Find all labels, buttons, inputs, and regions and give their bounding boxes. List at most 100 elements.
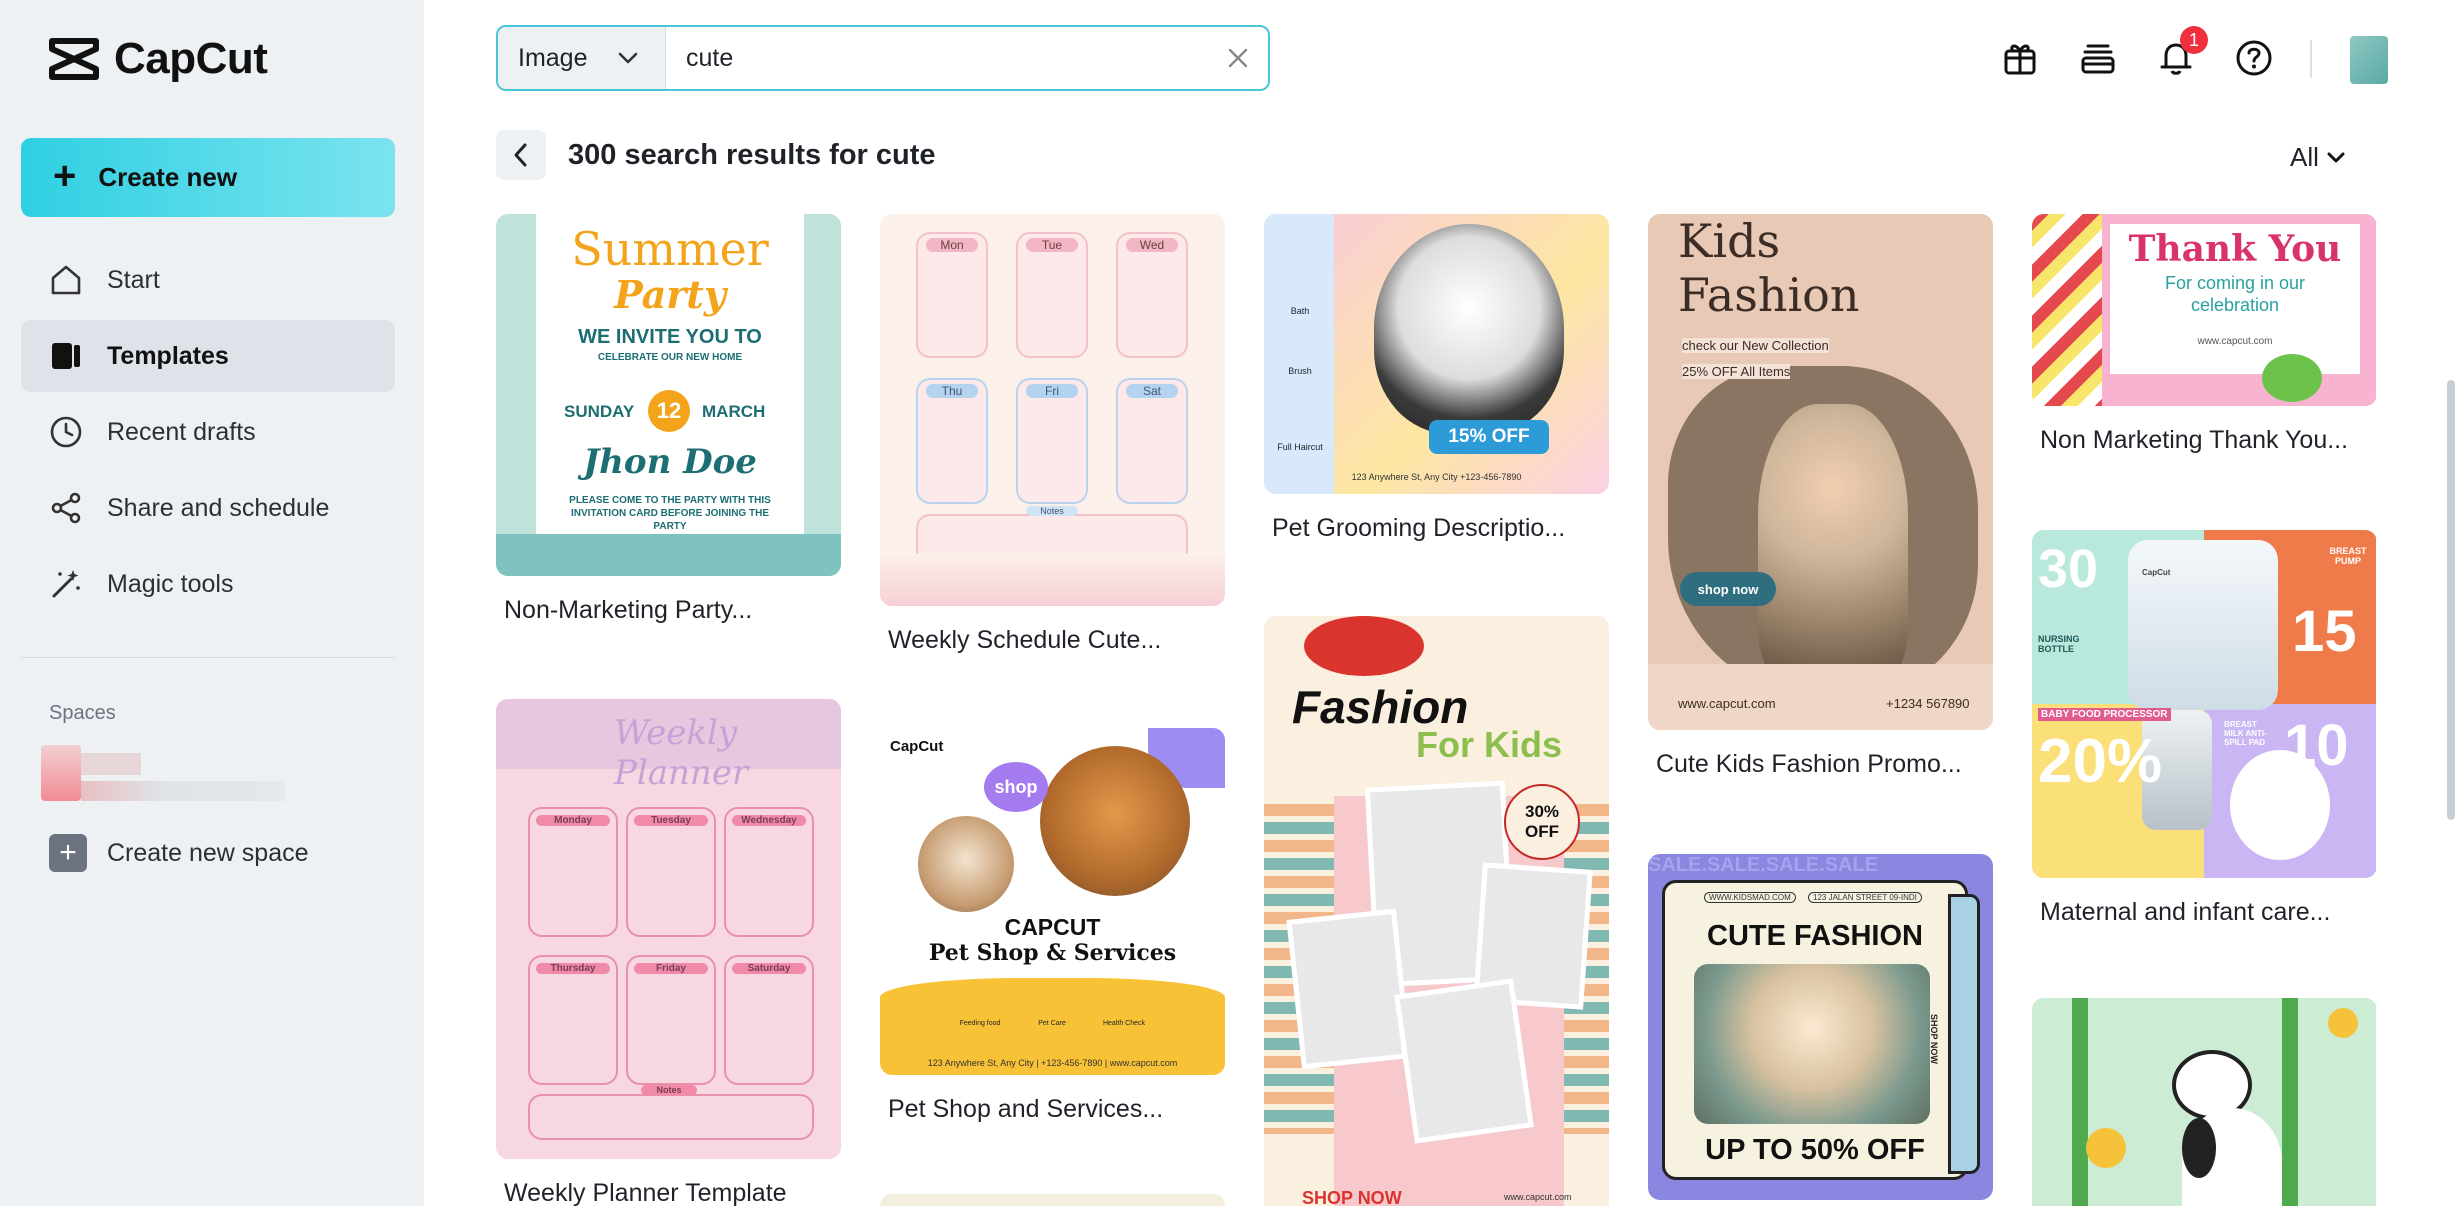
sidebar-item-recent-drafts[interactable]: Recent drafts — [21, 396, 395, 468]
card-text: Health Check — [1102, 1020, 1146, 1027]
card-text: 30% OFF — [1504, 784, 1580, 860]
card-text: PLEASE COME TO THE PARTY WITH THIS INVIT… — [569, 495, 771, 532]
card-text: 123 Anywhere St, Any City +123-456-7890 — [1351, 472, 1522, 482]
top-icon-bar: 1 — [1996, 26, 2308, 82]
create-new-label: Create new — [98, 162, 238, 192]
template-thumbnail: Bath Brush Full Haircut 15% OFF 123 Anyw… — [1264, 214, 1609, 494]
app-name: CapCut — [114, 34, 268, 83]
template-thumbnail — [2032, 998, 2376, 1206]
create-new-button[interactable]: + Create new — [21, 138, 395, 217]
card-text: Party — [614, 272, 726, 317]
clock-icon — [49, 415, 83, 449]
template-card[interactable]: SALE.SALE.SALE.SALE WWW.KIDSMAD.COM 123 … — [1648, 854, 1993, 1200]
template-thumbnail: Kids Fashion check our New Collection 25… — [1648, 214, 1993, 730]
card-text: CAPCUT — [1004, 914, 1101, 940]
template-card[interactable]: 30 15 20% 10 NURSING BOTTLE BREAST PUMP … — [2032, 530, 2376, 927]
chevron-down-icon — [619, 52, 638, 64]
sidebar-item-magic-tools[interactable]: Magic tools — [21, 548, 395, 620]
card-text: 15% OFF — [1429, 420, 1549, 454]
card-text: Pet Care — [1038, 1020, 1066, 1027]
template-card[interactable] — [880, 1194, 1225, 1206]
card-text: MARCH — [702, 402, 766, 421]
card-text: WE INVITE YOU TO — [578, 326, 762, 348]
search-bar: Image — [496, 25, 1270, 91]
create-new-space-label: Create new space — [107, 838, 309, 867]
sidebar-item-templates[interactable]: Templates — [21, 320, 395, 392]
sidebar-nav: Start Templates Recent drafts Share and … — [21, 244, 395, 624]
card-text: 12 — [648, 390, 690, 432]
card-text: Thu — [926, 384, 978, 398]
template-card[interactable]: CapCut shop CAPCUT Pet Shop & Services F… — [880, 728, 1225, 1124]
card-text: UP TO 50% OFF — [1705, 1134, 1925, 1166]
gift-button[interactable] — [1996, 34, 2044, 82]
card-text: 25% OFF All Items — [1682, 364, 1791, 379]
card-text: Sat — [1126, 384, 1178, 398]
plus-icon: + — [49, 834, 87, 872]
capcut-logo[interactable]: CapCut — [46, 34, 268, 84]
sidebar-item-label: Share and schedule — [107, 493, 330, 522]
header-divider — [2310, 40, 2312, 78]
card-text: CapCut — [890, 738, 944, 755]
template-thumbnail — [880, 1194, 1225, 1206]
scrollbar[interactable] — [2447, 380, 2455, 820]
template-caption: Weekly Schedule Cute... — [888, 626, 1162, 654]
card-text: Wednesday — [732, 815, 806, 826]
sidebar-item-share-schedule[interactable]: Share and schedule — [21, 472, 395, 544]
template-caption: Maternal and infant care... — [2040, 898, 2331, 926]
search-type-dropdown[interactable]: Image — [498, 27, 666, 89]
card-text: www.capcut.com — [1678, 696, 1776, 711]
card-text: 123 Anywhere St, Any City | +123-456-789… — [927, 1058, 1178, 1068]
sidebar-item-label: Start — [107, 265, 160, 294]
clear-search-button[interactable] — [1208, 27, 1268, 89]
template-card[interactable]: Fashion For Kids 30% OFF SHOP NOW www.ca… — [1264, 616, 1609, 1206]
space-item-redacted[interactable] — [41, 745, 285, 801]
magic-wand-icon — [49, 567, 83, 601]
card-text: Pet Shop & Services — [928, 940, 1177, 966]
template-caption: Cute Kids Fashion Promo... — [1656, 750, 1962, 778]
template-card[interactable]: Bath Brush Full Haircut 15% OFF 123 Anyw… — [1264, 214, 1609, 543]
card-text: SHOP NOW — [1302, 1188, 1402, 1206]
template-thumbnail: CapCut shop CAPCUT Pet Shop & Services F… — [880, 728, 1225, 1075]
template-card[interactable]: Summer Party WE INVITE YOU TO CELEBRATE … — [496, 214, 841, 625]
card-text: www.capcut.com — [2197, 336, 2273, 347]
template-card[interactable]: Kids Fashion check our New Collection 25… — [1648, 214, 1993, 779]
card-text: Brush — [1288, 366, 1312, 376]
sidebar-divider — [21, 657, 395, 658]
back-button[interactable] — [496, 130, 546, 180]
template-card[interactable] — [2032, 998, 2376, 1206]
template-card[interactable]: Thank You For coming in our celebration … — [2032, 214, 2376, 455]
notifications-button[interactable]: 1 — [2152, 26, 2208, 82]
filter-dropdown[interactable]: All — [2290, 142, 2345, 173]
gift-icon — [2004, 44, 2036, 75]
card-text: BABY FOOD PROCESSOR — [2038, 708, 2171, 721]
template-card[interactable]: Weekly Planner Monday Tuesday Wednesday … — [496, 699, 841, 1206]
card-text: Tuesday — [634, 815, 708, 826]
subscription-button[interactable] — [2074, 34, 2122, 82]
help-button[interactable] — [2230, 34, 2278, 82]
create-new-space-button[interactable]: + Create new space — [49, 834, 309, 872]
card-text: BREAST PUMP — [2329, 546, 2367, 566]
avatar[interactable] — [2350, 36, 2388, 84]
template-thumbnail: Weekly Planner Monday Tuesday Wednesday … — [496, 699, 841, 1159]
chevron-left-icon — [514, 143, 527, 167]
card-text: 20% — [2038, 727, 2163, 796]
card-text: NURSING BOTTLE — [2038, 634, 2080, 654]
card-text: WWW.KIDSMAD.COM — [1704, 892, 1796, 903]
template-card[interactable]: Mon Tue Wed Thu Fri Sat Notes Weekly Sch… — [880, 214, 1225, 655]
card-text: Thursday — [536, 963, 610, 974]
card-text: Tue — [1026, 238, 1078, 252]
template-caption: Pet Shop and Services... — [888, 1095, 1164, 1123]
plus-icon: + — [53, 153, 77, 198]
card-text: For coming in our celebration — [2164, 273, 2306, 315]
card-text: Monday — [536, 815, 610, 826]
template-caption: Non Marketing Thank You... — [2040, 426, 2349, 454]
help-icon — [2236, 40, 2272, 76]
stack-icon — [2081, 44, 2115, 74]
sidebar-item-start[interactable]: Start — [21, 244, 395, 316]
search-input[interactable] — [666, 27, 1208, 89]
card-text: check our New Collection — [1682, 338, 1829, 353]
results-title: 300 search results for cute — [568, 139, 936, 171]
card-text: +1234 567890 — [1886, 696, 1970, 711]
card-text: Wed — [1126, 238, 1178, 252]
template-caption: Non-Marketing Party... — [504, 596, 753, 624]
